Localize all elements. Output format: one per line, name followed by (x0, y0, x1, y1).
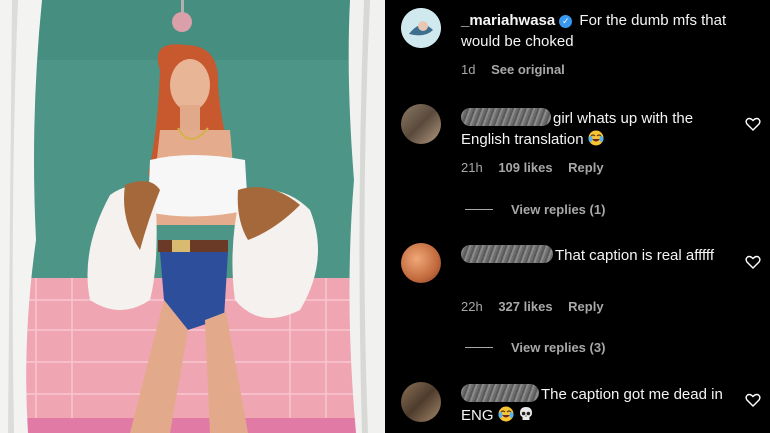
like-heart-icon[interactable] (745, 254, 761, 270)
post-meta: 1d See original (461, 62, 577, 77)
crying-laughing-emoji-icon (498, 406, 514, 422)
reply-button[interactable]: Reply (568, 299, 603, 314)
view-replies-divider (465, 347, 493, 348)
comment-avatar[interactable] (401, 243, 441, 283)
comment-time: 22h (461, 299, 483, 314)
verified-badge-icon: ✓ (559, 15, 573, 28)
skull-emoji-icon (519, 407, 532, 420)
post-time: 1d (461, 62, 476, 77)
view-replies-button[interactable]: View replies (1) (465, 202, 605, 217)
comment-time: 21h (461, 160, 483, 175)
comment-text: That caption is real afffff (461, 245, 736, 266)
reply-button[interactable]: Reply (568, 160, 603, 175)
redacted-username (461, 245, 553, 263)
comment-likes[interactable]: 109 likes (498, 160, 552, 175)
post-caption: _mariahwasa ✓ For the dumb mfs that would… (461, 10, 736, 52)
like-heart-icon[interactable] (745, 116, 761, 132)
comment-text: The caption got me dead in ENG (461, 384, 723, 424)
comment-avatar[interactable] (401, 104, 441, 144)
view-replies-divider (465, 209, 493, 210)
comment-meta: 22h 327 likes Reply (461, 299, 616, 314)
comments-panel: _mariahwasa ✓ For the dumb mfs that would… (385, 0, 770, 433)
comment-avatar[interactable] (401, 382, 441, 422)
comment-likes[interactable]: 327 likes (498, 299, 552, 314)
post-author-avatar[interactable] (401, 8, 441, 48)
redacted-username (461, 384, 539, 402)
redacted-username (461, 108, 551, 126)
post-photo (0, 0, 385, 433)
crying-laughing-emoji-icon (588, 130, 604, 146)
comment-text: girl whats up with the English translati… (461, 108, 694, 148)
post-author-username[interactable]: _mariahwasa (461, 12, 555, 29)
like-heart-icon[interactable] (745, 392, 761, 408)
view-replies-button[interactable]: View replies (3) (465, 340, 605, 355)
comment-meta: 21h 109 likes Reply (461, 160, 616, 175)
see-original-link[interactable]: See original (491, 62, 565, 77)
